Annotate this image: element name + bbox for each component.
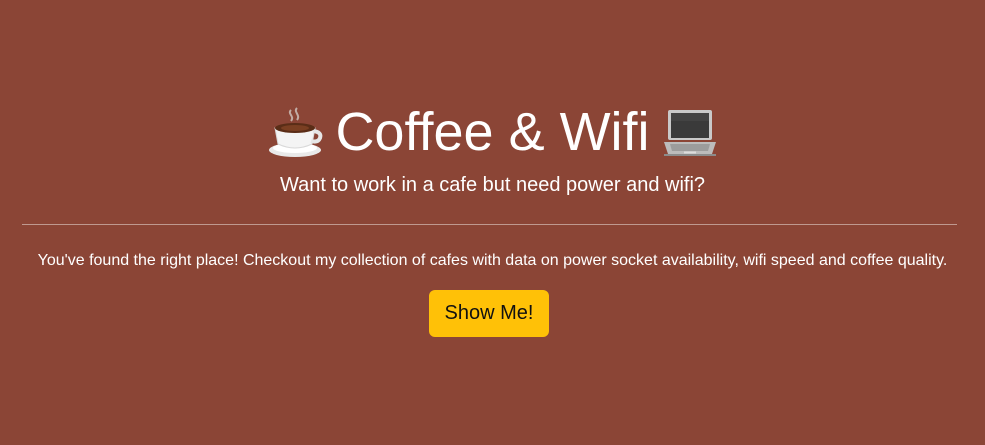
divider xyxy=(22,224,957,225)
hero-section: Coffee & Wifi Want to work in a cafe but… xyxy=(0,0,985,445)
coffee-cup-icon xyxy=(267,104,323,160)
show-me-button[interactable]: Show Me! xyxy=(429,290,549,337)
title-row: Coffee & Wifi xyxy=(0,100,985,164)
laptop-icon xyxy=(662,104,718,160)
page-title: Coffee & Wifi xyxy=(335,102,650,162)
subtitle: Want to work in a cafe but need power an… xyxy=(279,174,706,196)
lead-text: You've found the right place! Checkout m… xyxy=(37,252,948,269)
